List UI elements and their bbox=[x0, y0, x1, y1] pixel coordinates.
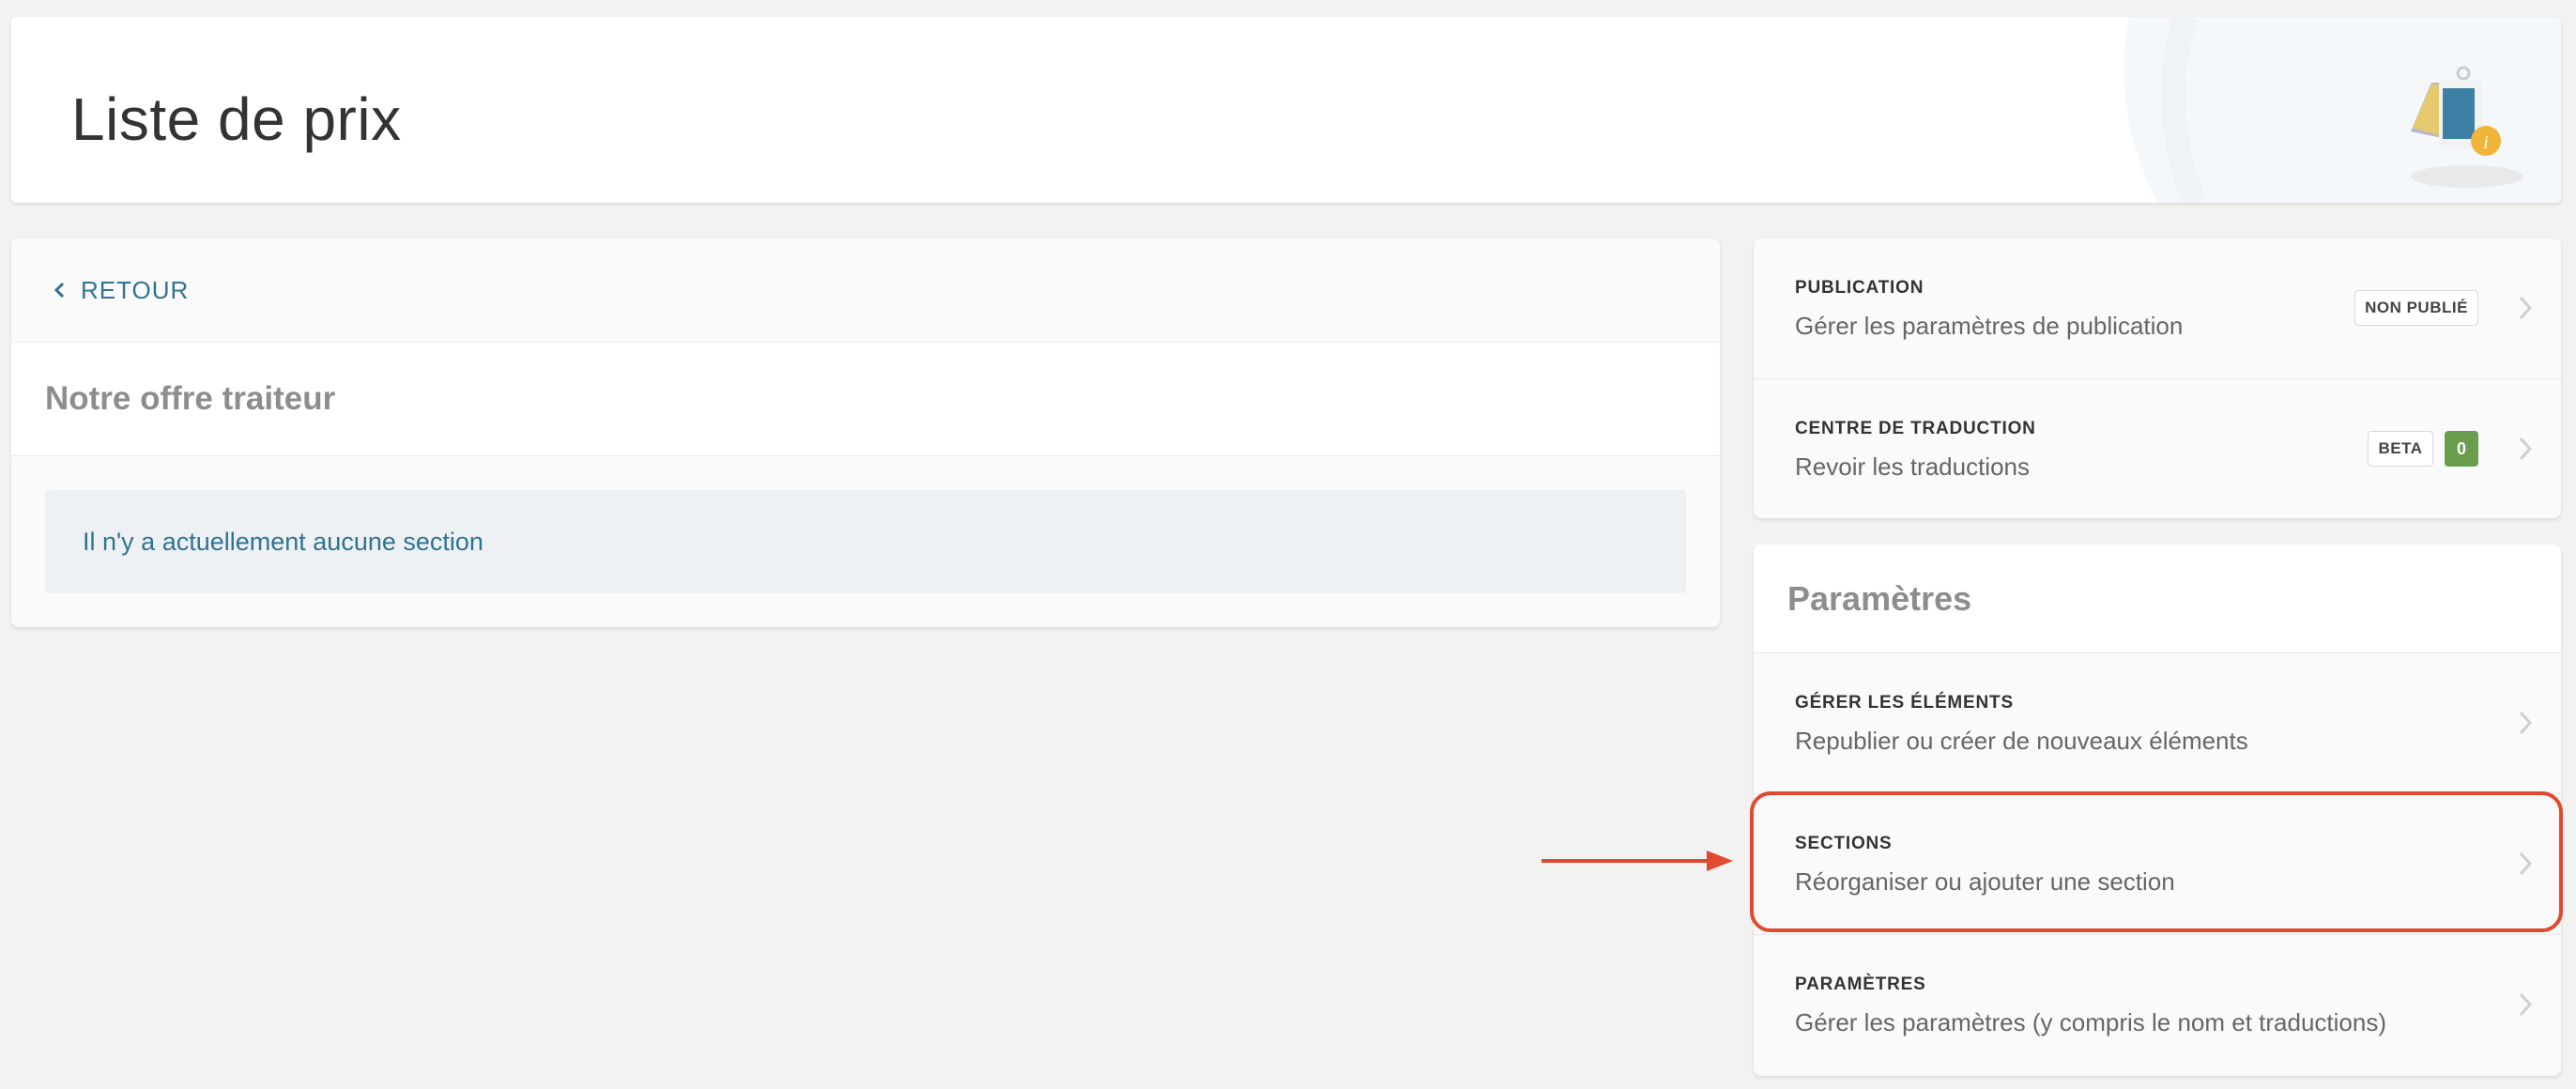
translation-center-row[interactable]: CENTRE DE TRADUCTION Revoir les traducti… bbox=[1754, 379, 2561, 518]
price-tag-logo-icon: i bbox=[2411, 66, 2523, 188]
row-label: SECTIONS bbox=[1795, 834, 1893, 853]
translation-label: CENTRE DE TRADUCTION bbox=[1795, 419, 2036, 438]
row-description: Republier ou créer de nouveaux éléments bbox=[1795, 727, 2248, 755]
settings-row[interactable]: PARAMÈTRES Gérer les paramètres (y compr… bbox=[1754, 935, 2561, 1076]
annotation-arrow-icon bbox=[1541, 851, 1733, 871]
chevron-right-icon bbox=[2519, 992, 2533, 1017]
empty-sections-message: Il n'y a actuellement aucune section bbox=[45, 490, 1686, 593]
row-label: GÉRER LES ÉLÉMENTS bbox=[1795, 693, 2014, 713]
sections-row[interactable]: SECTIONS Réorganiser ou ajouter une sect… bbox=[1754, 794, 2561, 935]
chevron-right-icon bbox=[2519, 296, 2533, 320]
beta-badge: BETA bbox=[2368, 431, 2433, 467]
price-list-card: RETOUR Notre offre traiteur Il n'y a act… bbox=[11, 238, 1720, 627]
back-label: RETOUR bbox=[81, 275, 190, 304]
status-badge: NON PUBLIÉ bbox=[2354, 290, 2478, 326]
back-link[interactable]: RETOUR bbox=[11, 238, 1720, 342]
translation-count-badge: 0 bbox=[2445, 431, 2478, 467]
chevron-right-icon bbox=[2519, 437, 2533, 461]
page-title: Liste de prix bbox=[71, 85, 402, 153]
publication-label: PUBLICATION bbox=[1795, 278, 1924, 298]
chevron-right-icon bbox=[2519, 851, 2533, 876]
row-description: Gérer les paramètres (y compris le nom e… bbox=[1795, 1008, 2386, 1036]
settings-header: Paramètres bbox=[1754, 544, 2561, 653]
row-label: PARAMÈTRES bbox=[1795, 974, 1926, 994]
svg-text:i: i bbox=[2483, 132, 2489, 153]
row-description: Réorganiser ou ajouter une section bbox=[1795, 867, 2175, 896]
manage-items-row[interactable]: GÉRER LES ÉLÉMENTS Republier ou créer de… bbox=[1754, 653, 2561, 794]
page-header: Liste de prix i bbox=[11, 17, 2561, 203]
chevron-left-icon bbox=[54, 282, 65, 299]
translation-description: Revoir les traductions bbox=[1795, 452, 2030, 481]
publication-row[interactable]: PUBLICATION Gérer les paramètres de publ… bbox=[1754, 238, 2561, 379]
settings-card: Paramètres GÉRER LES ÉLÉMENTS Republier … bbox=[1754, 544, 2561, 1076]
settings-title: Paramètres bbox=[1787, 579, 1972, 618]
chevron-right-icon bbox=[2519, 711, 2533, 735]
offer-title: Notre offre traiteur bbox=[11, 342, 1720, 456]
publication-description: Gérer les paramètres de publication bbox=[1795, 312, 2184, 340]
publication-card: PUBLICATION Gérer les paramètres de publ… bbox=[1754, 238, 2561, 518]
